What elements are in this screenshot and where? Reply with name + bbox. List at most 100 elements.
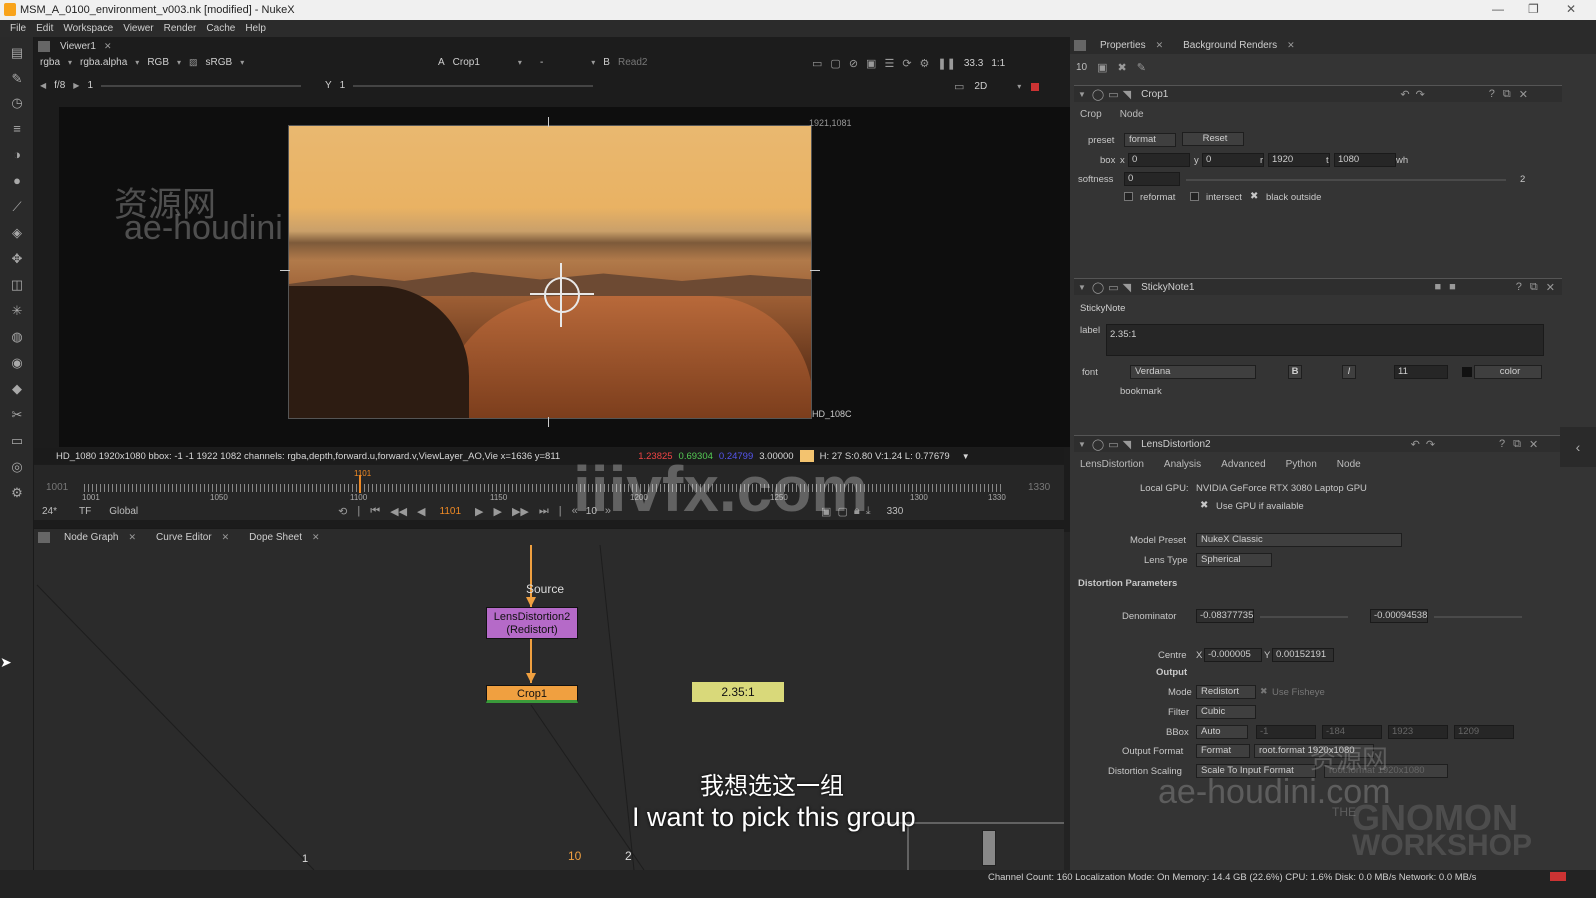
read-node-thumbnail[interactable] [982,830,996,866]
font-size-field[interactable]: 11 [1394,365,1448,379]
font-dropdown[interactable]: Verdana [1130,365,1256,379]
tab-viewer1[interactable]: Viewer1 [60,41,96,52]
box-y-field[interactable]: 0 [1202,153,1264,167]
roi-icon[interactable]: ▭ [812,57,822,70]
centre-x-field[interactable]: -0.000005 [1204,648,1262,662]
composite-dropdown[interactable]: - [540,57,543,68]
time-icon[interactable]: ◷ [7,95,27,113]
float-icon[interactable]: ▭ [1108,438,1118,451]
edit-icon[interactable]: ✎ [1137,61,1146,74]
paint-brush-icon[interactable]: ✎ [7,71,27,89]
undo-icon[interactable]: ↶ [1400,88,1409,101]
node-color-icon[interactable]: ◥ [1123,88,1131,101]
bbox-x-field[interactable]: -1 [1256,725,1316,739]
tab-lensdistortion[interactable]: LensDistortion [1080,459,1144,470]
tab-node-graph[interactable]: Node Graph [64,532,118,543]
float-panel-icon[interactable]: ⧉ [1503,88,1511,101]
color-icon[interactable]: ◑ [7,147,27,165]
wipe-icon[interactable]: ⊘ [849,57,858,70]
minimize-icon[interactable]: — [1492,2,1504,16]
in-point-icon[interactable]: | [357,505,360,517]
lock-panels-icon[interactable]: ▣ [1097,61,1107,74]
lens-type-dropdown[interactable]: Spherical [1196,553,1272,567]
denominator-2-field[interactable]: -0.00094538 [1370,609,1428,623]
close-tab-icon[interactable]: ✕ [128,532,136,543]
pause-icon[interactable]: ❚❚ [937,57,955,70]
particles-icon[interactable]: ✳ [7,303,27,321]
first-frame-icon[interactable]: ⏮ [370,505,380,518]
tab-advanced[interactable]: Advanced [1221,459,1265,470]
box-r-field[interactable]: 1920 [1268,153,1330,167]
maximize-icon[interactable]: ❐ [1528,2,1539,16]
output-format-dropdown[interactable]: Format [1196,744,1250,758]
max-panels-field[interactable]: 10 [1076,62,1087,73]
menu-viewer[interactable]: Viewer [123,23,153,34]
display-dropdown[interactable]: RGB [147,57,169,68]
center-node-icon[interactable]: ◯ [1092,88,1104,101]
reset-button[interactable]: Reset [1182,132,1244,146]
channel-icon[interactable]: ≡ [7,121,27,139]
italic-button[interactable]: I [1342,365,1356,379]
menu-help[interactable]: Help [245,23,266,34]
bbox-y-field[interactable]: -184 [1322,725,1382,739]
denominator-1-field[interactable]: -0.08377735 [1196,609,1254,623]
panel-menu-icon[interactable] [38,531,50,543]
center-node-icon[interactable]: ◯ [1092,438,1104,451]
lens-name[interactable]: LensDistortion2 [1141,439,1210,450]
float-icon[interactable]: ▭ [1108,281,1118,294]
centre-y-field[interactable]: 0.00152191 [1272,648,1334,662]
lut-icon[interactable]: ▨ [189,57,198,68]
close-tab-icon[interactable]: ✕ [312,532,320,543]
center-node-icon[interactable]: ◯ [1092,281,1104,294]
fstop-dropdown[interactable]: f/8 [54,80,65,91]
sticky-name[interactable]: StickyNote1 [1141,282,1194,293]
bold-button[interactable]: B [1288,365,1302,379]
help-icon[interactable]: ? [1516,281,1522,293]
play-icon[interactable]: ▶ [475,505,483,518]
tab-python[interactable]: Python [1286,459,1317,470]
intersect-checkbox[interactable] [1190,192,1199,201]
float-panel-icon[interactable]: ⧉ [1530,281,1538,294]
black-outside-checkbox[interactable]: ✖ [1250,191,1258,202]
frame-icon[interactable]: ▭ [954,80,964,93]
bbox-t-field[interactable]: 1209 [1454,725,1514,739]
out-point-icon[interactable]: | [559,505,562,517]
layout-icon[interactable]: ▤ [7,45,27,63]
toolsets-icon[interactable]: ✂ [7,407,27,425]
zoom-dropdown[interactable]: 33.3 [964,58,983,69]
softness-slider[interactable] [1186,179,1506,181]
box-t-field[interactable]: 1080 [1334,153,1396,167]
node-color-icon[interactable]: ◥ [1123,281,1131,294]
ratio-dropdown[interactable]: 1:1 [991,58,1005,69]
step-back-icon[interactable]: ◀ [417,505,425,518]
timeline[interactable]: 1001 1330 1001 1050 1100 1150 1200 1250 … [34,465,1064,507]
close-icon[interactable]: ✕ [1566,2,1576,16]
tab-crop[interactable]: Crop [1080,109,1102,120]
float-icon[interactable]: ▭ [1108,88,1118,101]
reformat-checkbox[interactable] [1124,192,1133,201]
tab-background-renders[interactable]: Background Renders [1183,40,1277,51]
help-icon[interactable]: ? [1499,438,1505,450]
next-key-icon[interactable]: ▶▶ [512,505,529,518]
input-a-dropdown[interactable]: Crop1 [453,57,480,68]
loop-icon[interactable]: ⟲ [338,505,347,518]
close-panel-icon[interactable]: ✕ [1546,281,1555,294]
end-frame-field[interactable]: 330 [887,506,904,517]
sticky-panel-header[interactable]: ▼ ◯ ▭ ◥ StickyNote1 ■ ■ ? ⧉ ✕ [1074,278,1562,295]
tab-curve-editor[interactable]: Curve Editor [156,532,212,543]
denominator-1-slider[interactable] [1260,616,1348,618]
proxy-icon[interactable]: ▣ [866,57,876,70]
tab-node[interactable]: Node [1337,459,1361,470]
refresh-icon[interactable]: ⟳ [902,57,911,70]
deep-icon[interactable]: ◍ [7,329,27,347]
keyer-icon[interactable]: ⟋ [7,199,27,217]
box-x-field[interactable]: 0 [1128,153,1190,167]
close-tab-icon[interactable]: ✕ [222,532,230,543]
gamma-field[interactable]: 1 [340,80,346,91]
node-crop1[interactable]: Crop1 [486,685,578,703]
collapse-icon[interactable]: ▼ [1078,90,1086,99]
color-swatch-icon[interactable]: ■ [1449,281,1456,293]
merge-icon[interactable]: ◈ [7,225,27,243]
current-frame-field[interactable]: 1101 [440,506,462,517]
step-forward-icon[interactable]: ▶ [494,505,502,518]
